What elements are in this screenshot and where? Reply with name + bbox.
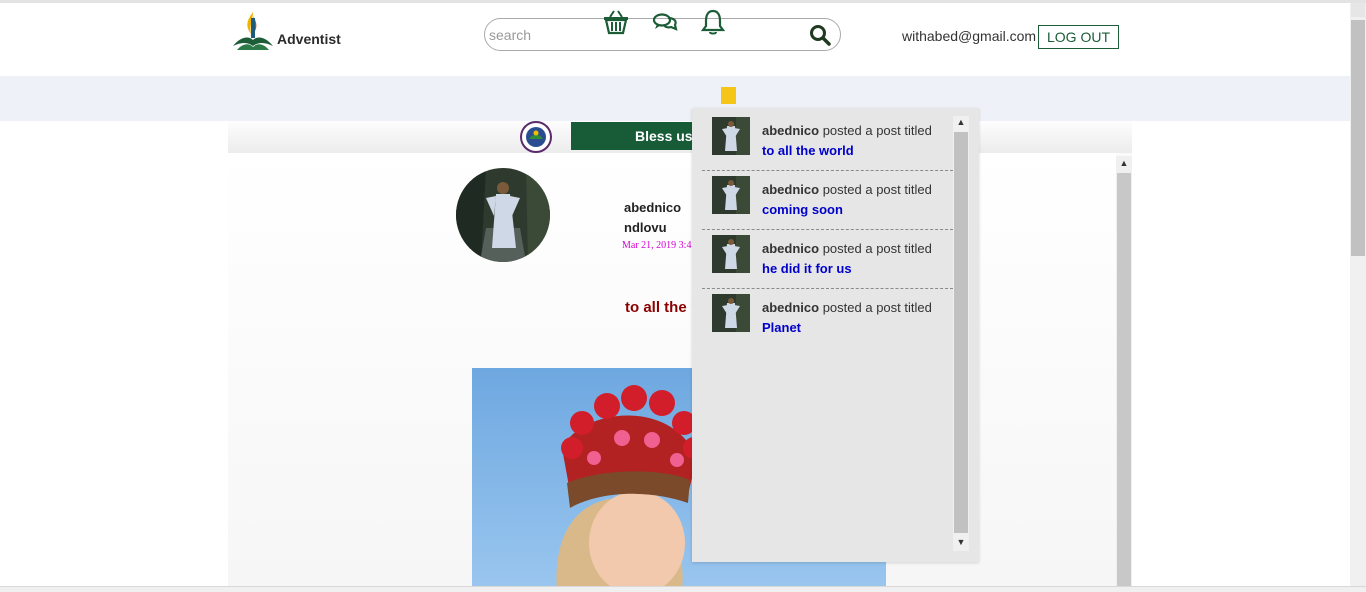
notification-post-link[interactable]: coming soon bbox=[762, 202, 843, 217]
jesus-figure-image bbox=[712, 176, 750, 214]
notification-avatar bbox=[712, 176, 750, 214]
notification-action: posted a post bbox=[822, 182, 901, 197]
notification-prefix: titled bbox=[904, 123, 932, 138]
notification-item[interactable]: abednico posted a post titled Planet bbox=[702, 289, 953, 348]
notification-prefix: titled bbox=[904, 300, 932, 315]
notifications-dropdown: abednico posted a post titled to all the… bbox=[692, 108, 979, 562]
notification-post-link[interactable]: Planet bbox=[762, 320, 801, 335]
post-title[interactable]: to all the w bbox=[625, 299, 691, 316]
notification-action: posted a post bbox=[822, 241, 901, 256]
jesus-figure-image bbox=[712, 117, 750, 155]
chat-icon[interactable] bbox=[651, 8, 679, 36]
notification-user[interactable]: abednico bbox=[762, 182, 819, 197]
notification-user[interactable]: abednico bbox=[762, 300, 819, 315]
bottom-scrollbar[interactable] bbox=[0, 586, 1366, 592]
notification-avatar bbox=[712, 117, 750, 155]
notification-text: abednico posted a post titled Planet bbox=[762, 298, 947, 338]
notification-item[interactable]: abednico posted a post titled coming soo… bbox=[702, 171, 953, 230]
nav-bar bbox=[0, 76, 1350, 121]
notification-post-link[interactable]: to all the world bbox=[762, 143, 854, 158]
notification-avatar bbox=[712, 294, 750, 332]
jesus-figure-image bbox=[712, 235, 750, 273]
notification-badge bbox=[721, 87, 736, 104]
jesus-figure-image bbox=[456, 168, 550, 262]
search-input[interactable] bbox=[489, 25, 789, 45]
page-scrollbar-thumb[interactable] bbox=[1351, 20, 1365, 256]
notifications-scroll-down-icon[interactable]: ▼ bbox=[954, 537, 968, 547]
notifications-scroll-up-icon[interactable]: ▲ bbox=[954, 117, 968, 127]
logout-button[interactable]: LOG OUT bbox=[1038, 25, 1119, 49]
notification-post-link[interactable]: he did it for us bbox=[762, 261, 852, 276]
notifications-scrollbar-thumb[interactable] bbox=[954, 132, 968, 533]
bell-icon[interactable] bbox=[699, 8, 727, 36]
notification-avatar bbox=[712, 235, 750, 273]
notification-user[interactable]: abednico bbox=[762, 123, 819, 138]
notification-text: abednico posted a post titled to all the… bbox=[762, 121, 947, 161]
brand-name: Adventist bbox=[277, 31, 341, 47]
author-avatar[interactable] bbox=[456, 168, 550, 262]
notification-action: posted a post bbox=[822, 123, 901, 138]
page-scroll-up[interactable] bbox=[1351, 3, 1365, 17]
jesus-figure-image bbox=[712, 294, 750, 332]
notification-text: abednico posted a post titled he did it … bbox=[762, 239, 947, 279]
church-seal-icon bbox=[520, 121, 552, 153]
basket-icon[interactable] bbox=[602, 8, 630, 36]
notification-prefix: titled bbox=[904, 182, 932, 197]
notification-user[interactable]: abednico bbox=[762, 241, 819, 256]
bless-us-button[interactable]: Bless us t bbox=[571, 122, 701, 150]
adventist-logo[interactable]: Adventist bbox=[231, 10, 351, 52]
notification-item[interactable]: abednico posted a post titled to all the… bbox=[702, 112, 953, 171]
notification-prefix: titled bbox=[904, 241, 932, 256]
feed-scroll-up-icon[interactable]: ▲ bbox=[1117, 158, 1131, 168]
notification-item[interactable]: abednico posted a post titled he did it … bbox=[702, 230, 953, 289]
logo-icon bbox=[233, 12, 273, 50]
feed-scrollbar-thumb[interactable] bbox=[1117, 173, 1131, 592]
notification-list: abednico posted a post titled to all the… bbox=[702, 112, 953, 348]
post-date: Mar 21, 2019 3:4 bbox=[622, 240, 692, 251]
notification-action: posted a post bbox=[822, 300, 901, 315]
search-icon[interactable] bbox=[809, 24, 831, 46]
user-email: withabed@gmail.com bbox=[902, 28, 1037, 44]
notification-text: abednico posted a post titled coming soo… bbox=[762, 180, 947, 220]
